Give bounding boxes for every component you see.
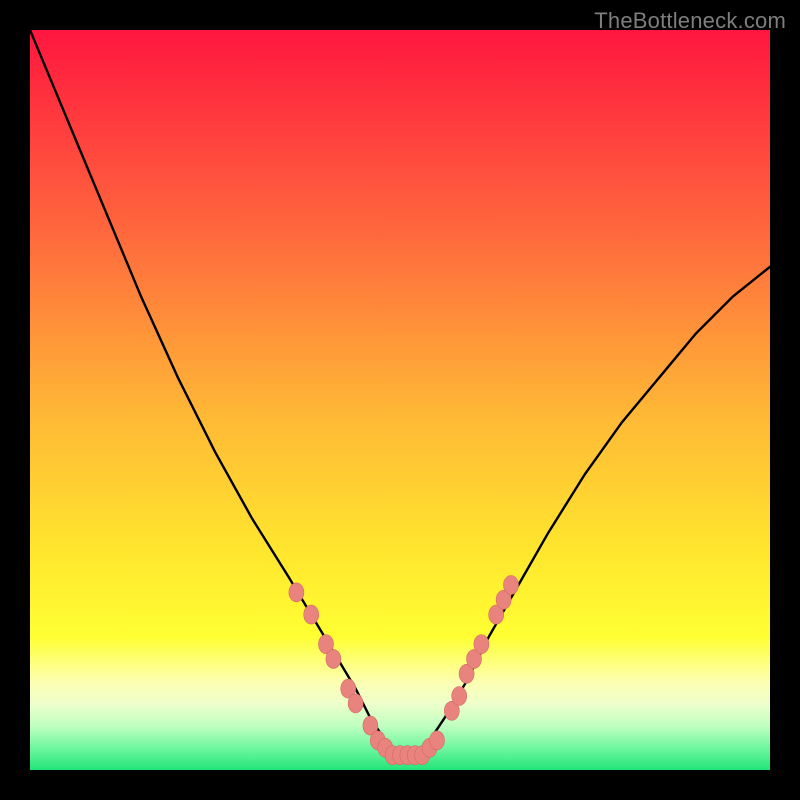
curve-marker <box>304 605 319 624</box>
curve-marker <box>289 583 304 602</box>
curve-marker <box>474 635 489 654</box>
chart-frame: TheBottleneck.com <box>0 0 800 800</box>
curve-marker <box>504 576 519 595</box>
curve-marker <box>452 687 467 706</box>
curve-marker <box>348 694 363 713</box>
curve-marker <box>430 731 445 750</box>
chart-plot <box>30 30 770 770</box>
gradient-background <box>30 30 770 770</box>
curve-marker <box>326 650 341 669</box>
watermark: TheBottleneck.com <box>594 8 786 34</box>
